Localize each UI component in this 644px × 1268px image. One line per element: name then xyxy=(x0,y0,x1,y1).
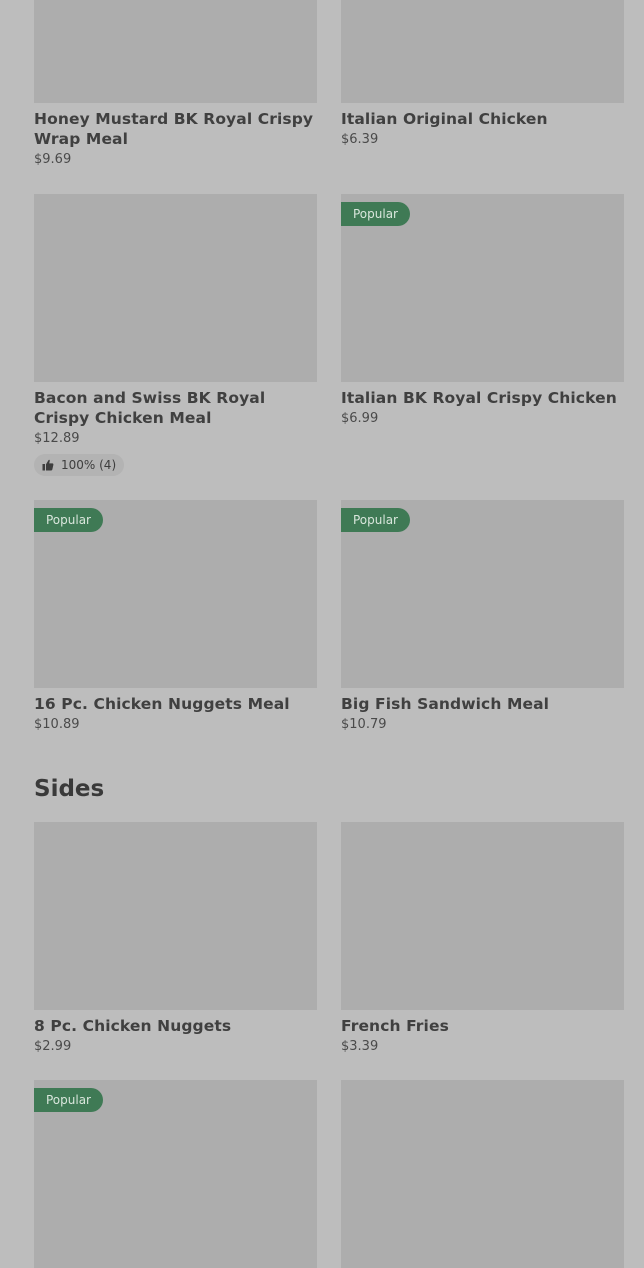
menu-item-card[interactable]: Popular xyxy=(34,1080,317,1268)
menu-item-card[interactable]: Popular Italian BK Royal Crispy Chicken … xyxy=(341,194,624,428)
menu-item-card[interactable]: Italian Original Chicken $6.39 xyxy=(341,0,624,149)
menu-item-card[interactable]: French Fries $3.39 xyxy=(341,822,624,1056)
menu-item-price: $3.39 xyxy=(341,1039,379,1054)
menu-item-name: 16 Pc. Chicken Nuggets Meal xyxy=(34,695,290,713)
menu-item-card[interactable]: 8 Pc. Chicken Nuggets $2.99 xyxy=(34,822,317,1056)
menu-item-image xyxy=(341,0,624,103)
popular-badge: Popular xyxy=(34,508,103,532)
menu-item-image xyxy=(341,1080,624,1268)
rating-chip: 100% (4) xyxy=(34,454,125,476)
menu-item-name: Big Fish Sandwich Meal xyxy=(341,695,550,713)
menu-item-image: Popular xyxy=(34,500,317,688)
menu-item-price: $6.99 xyxy=(341,411,379,426)
menu-item-card[interactable]: Popular 16 Pc. Chicken Nuggets Meal $10.… xyxy=(34,500,317,734)
menu-item-card[interactable]: Honey Mustard BK Royal Crispy Wrap Meal … xyxy=(34,0,317,169)
menu-item-name: French Fries xyxy=(341,1017,449,1035)
popular-badge: Popular xyxy=(341,202,410,226)
menu-item-image xyxy=(341,822,624,1010)
menu-item-image: Popular xyxy=(34,1080,317,1268)
menu-item-image xyxy=(34,0,317,103)
menu-item-card[interactable] xyxy=(341,1080,624,1268)
rating-text: 100% (4) xyxy=(61,458,117,472)
menu-item-image xyxy=(34,194,317,382)
menu-item-price: $12.89 xyxy=(34,431,80,446)
menu-item-card[interactable]: Popular Big Fish Sandwich Meal $10.79 xyxy=(341,500,624,734)
menu-item-price: $2.99 xyxy=(34,1039,72,1054)
menu-item-card[interactable]: Bacon and Swiss BK Royal Crispy Chicken … xyxy=(34,194,317,476)
menu-item-name: 8 Pc. Chicken Nuggets xyxy=(34,1017,232,1035)
menu-item-name: Honey Mustard BK Royal Crispy Wrap Meal xyxy=(34,110,314,148)
menu-item-name: Italian Original Chicken xyxy=(341,110,548,128)
menu-item-price: $9.69 xyxy=(34,152,72,167)
menu-item-name: Italian BK Royal Crispy Chicken xyxy=(341,389,617,407)
section-title-sides: Sides xyxy=(34,776,105,802)
menu-item-name: Bacon and Swiss BK Royal Crispy Chicken … xyxy=(34,389,266,427)
menu-item-image xyxy=(34,822,317,1010)
thumbs-up-icon xyxy=(42,459,54,471)
popular-badge: Popular xyxy=(341,508,410,532)
menu-item-image: Popular xyxy=(341,194,624,382)
menu-item-image: Popular xyxy=(341,500,624,688)
popular-badge: Popular xyxy=(34,1088,103,1112)
menu-item-price: $10.79 xyxy=(341,717,387,732)
menu-item-price: $6.39 xyxy=(341,132,379,147)
menu-item-price: $10.89 xyxy=(34,717,80,732)
